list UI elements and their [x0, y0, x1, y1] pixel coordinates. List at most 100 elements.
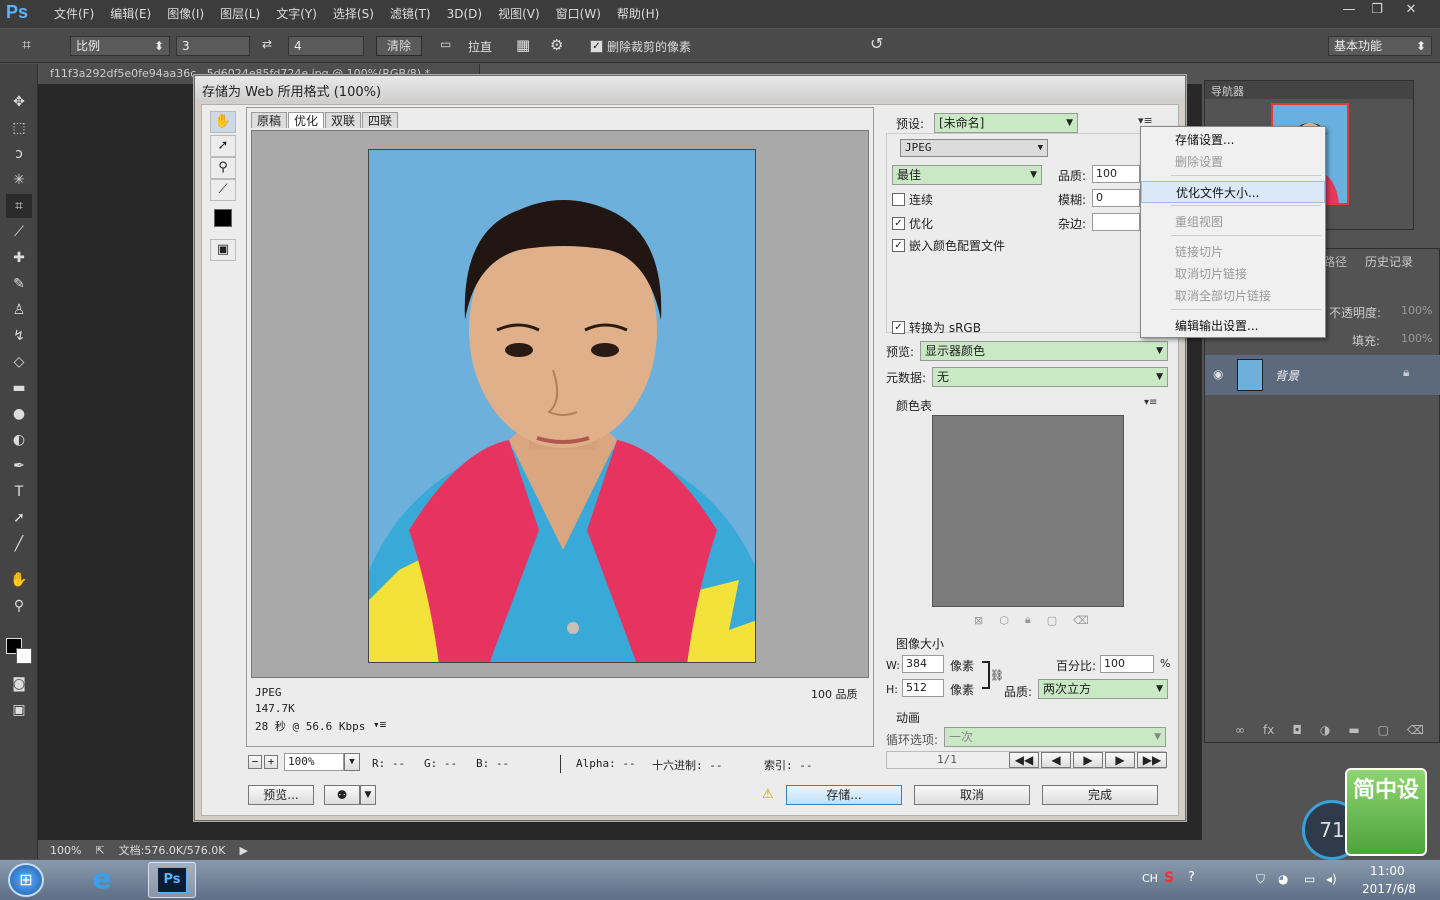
help-icon[interactable]: ?	[1188, 870, 1195, 885]
fill-value[interactable]: 100%	[1401, 332, 1432, 345]
menu-optimize-file-size[interactable]: 优化文件大小...	[1141, 181, 1325, 203]
eyedropper-icon[interactable]: ⟋	[6, 220, 32, 244]
color-table[interactable]	[932, 415, 1124, 607]
last-frame-icon[interactable]: ▶▶	[1137, 752, 1167, 768]
lasso-tool-icon[interactable]: ↄ	[6, 142, 32, 166]
width-input[interactable]: 384	[902, 655, 944, 673]
healing-brush-icon[interactable]: ✚	[6, 246, 32, 270]
type-tool-icon[interactable]: T	[6, 480, 32, 504]
preview-area[interactable]	[251, 130, 869, 678]
crop-tool-icon[interactable]: ⌗	[6, 194, 32, 218]
menu-link-slices[interactable]: 链接切片	[1141, 241, 1325, 263]
quality-input[interactable]: 100	[1092, 165, 1140, 183]
menu-save-settings[interactable]: 存储设置...	[1141, 129, 1325, 151]
mask-icon[interactable]: ◘	[1292, 723, 1302, 737]
clear-button[interactable]: 清除	[376, 36, 423, 56]
delete-color-icon[interactable]: ⌫	[1073, 614, 1089, 627]
new-layer-icon[interactable]: ▢	[1378, 723, 1389, 737]
clock-date[interactable]: 2017/6/8	[1362, 882, 1416, 896]
swap-icon[interactable]: ⇄	[262, 37, 272, 51]
menu-image[interactable]: 图像(I)	[159, 0, 212, 28]
lock-color-icon[interactable]: 🔒︎	[1025, 613, 1031, 627]
blur-icon[interactable]: ●	[6, 402, 32, 426]
history-tab[interactable]: 历史记录	[1365, 253, 1413, 270]
new-color-icon[interactable]: ▢	[1047, 614, 1057, 627]
menu-filter[interactable]: 滤镜(T)	[382, 0, 439, 28]
color-table-menu-icon[interactable]: ▾≡	[1144, 397, 1157, 408]
export-icon[interactable]: ⇱	[95, 844, 104, 857]
menu-edit-output-settings[interactable]: 编辑输出设置...	[1141, 315, 1325, 337]
grid-overlay-icon[interactable]: ▦	[516, 36, 530, 54]
hand-tool-icon[interactable]: ✋	[6, 568, 32, 592]
straighten-label[interactable]: 拉直	[468, 38, 492, 55]
tab-4up[interactable]: 四联	[362, 112, 399, 128]
menu-select[interactable]: 选择(S)	[325, 0, 382, 28]
photoshop-taskbar-button[interactable]: Ps	[148, 862, 196, 898]
maximize-button[interactable]: ❐	[1362, 0, 1392, 20]
format-select[interactable]: JPEG ▼	[900, 139, 1048, 157]
zoom-tool-icon[interactable]: ⚲	[210, 157, 236, 179]
shift-icon[interactable]: ⬡	[999, 614, 1009, 627]
cancel-button[interactable]: 取消	[914, 785, 1030, 805]
preset-select[interactable]: [未命名] ▼	[934, 113, 1078, 133]
eraser-icon[interactable]: ◇	[6, 350, 32, 374]
history-brush-icon[interactable]: ↯	[6, 324, 32, 348]
tab-optimized[interactable]: 优化	[288, 112, 325, 128]
browser-dropdown-icon[interactable]: ▼	[360, 785, 376, 805]
screen-mode-icon[interactable]: ▣	[6, 698, 32, 722]
internet-explorer-icon[interactable]: e	[80, 862, 124, 898]
move-tool-icon[interactable]: ✥	[6, 90, 32, 114]
menu-layer[interactable]: 图层(L)	[212, 0, 268, 28]
paths-tab[interactable]: 路径	[1323, 253, 1347, 270]
visibility-eye-icon[interactable]: ◉	[1213, 367, 1223, 381]
link-icon[interactable]: ∞	[1235, 723, 1245, 737]
zoom-tool-icon[interactable]: ⚲	[6, 594, 32, 618]
tab-original[interactable]: 原稿	[251, 112, 288, 128]
optimized-checkbox[interactable]: ✓ 优化	[892, 215, 933, 232]
eyedropper-icon[interactable]: ⟋	[210, 179, 236, 201]
close-window-button[interactable]: ✕	[1396, 0, 1426, 20]
path-select-icon[interactable]: ➚	[6, 506, 32, 530]
security-shield-icon[interactable]: ⛉	[1256, 872, 1265, 887]
zoom-dropdown-icon[interactable]: ▼	[344, 753, 360, 771]
menu-file[interactable]: 文件(F)	[46, 0, 102, 28]
save-button[interactable]: 存储...	[786, 785, 902, 805]
height-input[interactable]: 512	[902, 679, 944, 697]
done-button[interactable]: 完成	[1042, 785, 1158, 805]
background-color-swatch[interactable]	[16, 648, 32, 664]
layer-row-background[interactable]: ◉ 背景 🔒︎	[1205, 355, 1440, 395]
embed-profile-checkbox[interactable]: ✓ 嵌入颜色配置文件	[892, 237, 1005, 254]
magic-wand-icon[interactable]: ✳	[6, 168, 32, 192]
reset-icon[interactable]: ↺	[870, 34, 883, 53]
stamp-icon[interactable]: ♙	[6, 298, 32, 322]
crop-tool-icon[interactable]: ⌗	[22, 35, 31, 55]
quick-mask-icon[interactable]: ◙	[6, 672, 32, 696]
browser-preview-button[interactable]: ⚉	[324, 785, 360, 805]
zoom-out-button[interactable]: −	[248, 755, 262, 769]
preview-select[interactable]: 显示器颜色 ▼	[920, 341, 1168, 361]
tab-2up[interactable]: 双联	[325, 112, 362, 128]
menu-view[interactable]: 视图(V)	[490, 0, 548, 28]
menu-edit[interactable]: 编辑(E)	[102, 0, 159, 28]
prev-frame-icon[interactable]: ◀	[1041, 752, 1071, 768]
preview-button[interactable]: 预览...	[248, 785, 314, 805]
menu-3d[interactable]: 3D(D)	[439, 0, 490, 28]
marquee-tool-icon[interactable]: ⬚	[6, 116, 32, 140]
trash-icon[interactable]: ⌫	[1407, 723, 1424, 737]
resample-select[interactable]: 两次立方 ▼	[1038, 679, 1168, 699]
brush-icon[interactable]: ✎	[6, 272, 32, 296]
pen-icon[interactable]: ✒	[6, 454, 32, 478]
line-tool-icon[interactable]: ╱	[6, 532, 32, 556]
start-button[interactable]: ⊞	[8, 863, 44, 897]
blur-input[interactable]: 0	[1092, 189, 1140, 207]
straighten-icon[interactable]: ▭	[440, 37, 451, 51]
volume-icon[interactable]: ◂)	[1326, 872, 1337, 886]
convert-srgb-checkbox[interactable]: ✓ 转换为 sRGB	[892, 319, 981, 336]
menu-window[interactable]: 窗口(W)	[548, 0, 609, 28]
menu-help[interactable]: 帮助(H)	[609, 0, 667, 28]
ratio-height-input[interactable]: 4	[288, 36, 364, 56]
gear-icon[interactable]: ⚙	[550, 36, 563, 54]
status-arrow-icon[interactable]: ▶	[240, 844, 248, 857]
loop-select[interactable]: 一次 ▼	[944, 727, 1166, 747]
dodge-icon[interactable]: ◐	[6, 428, 32, 452]
